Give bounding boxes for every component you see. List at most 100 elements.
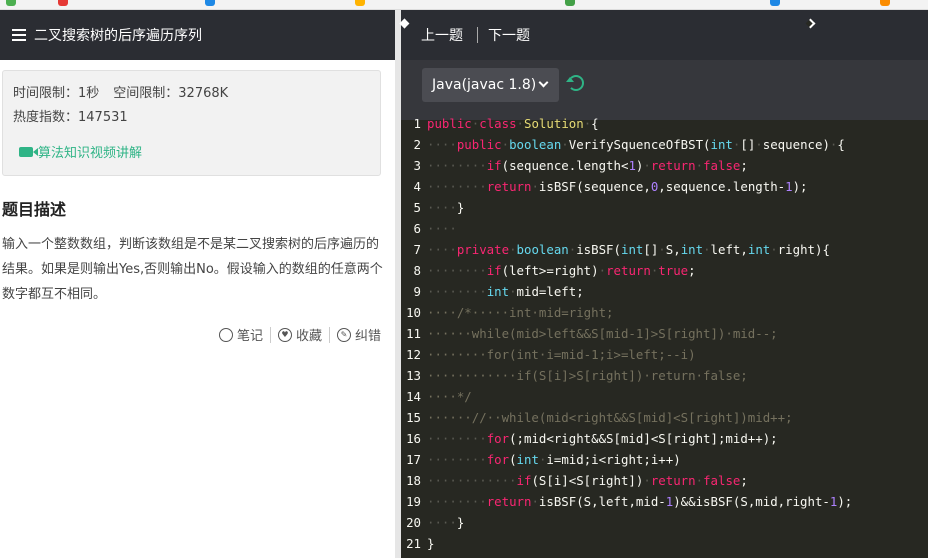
- code-line[interactable]: 5 ····}: [401, 197, 928, 218]
- report-error-button[interactable]: ✎ 纠错: [336, 325, 381, 344]
- action-divider: [328, 326, 330, 343]
- code-line[interactable]: 11 ······while(mid>left&&S[mid-1]>S[right…: [401, 323, 928, 344]
- line-number: 16: [406, 431, 421, 446]
- chevron-right-icon: [805, 18, 816, 29]
- line-number: 14: [406, 389, 421, 404]
- time-limit: 时间限制：1秒: [13, 86, 100, 101]
- code-line[interactable]: 19 ········return·isBSF(S,left,mid-1)&&is…: [401, 491, 928, 512]
- language-value: Java(javac 1.8): [432, 77, 537, 93]
- code-text: ····}: [427, 200, 465, 215]
- code-line[interactable]: 18 ············if(S[i]<S[right])·return·f…: [401, 470, 928, 491]
- note-label: 笔记: [236, 329, 263, 344]
- problem-actions: 笔记 ♥ 收藏 ✎ 纠错: [218, 325, 381, 344]
- code-line[interactable]: 3 ········if(sequence.length<1)·return·fa…: [401, 155, 928, 176]
- code-line[interactable]: 2 ····public·boolean·VerifySquenceOfBST(i…: [401, 134, 928, 155]
- code-text: ········for(;mid<right&&S[mid]<S[right];…: [427, 431, 778, 446]
- code-text: ······//··while(mid<right&&S[mid]<S[righ…: [427, 410, 793, 425]
- pencil-icon: ✎: [336, 327, 351, 342]
- code-text: ············if(S[i]<S[right])·return·fal…: [427, 473, 748, 488]
- code-line[interactable]: 13 ············if(S[i]>S[right])·return·f…: [401, 365, 928, 386]
- code-line[interactable]: 20 ····}: [401, 512, 928, 533]
- line-number: 13: [406, 368, 421, 383]
- code-text: ········return·isBSF(S,left,mid-1)&&isBS…: [427, 494, 853, 509]
- chevron-left-icon: [399, 18, 410, 29]
- code-text: ········for(int·i=mid;i<right;i++): [427, 452, 681, 467]
- code-text: ········int·mid=left;: [427, 284, 584, 299]
- report-label: 纠错: [354, 329, 381, 344]
- code-line[interactable]: 21}: [401, 533, 928, 554]
- code-line[interactable]: 6 ····: [401, 218, 928, 239]
- code-editor[interactable]: 1 public·class·Solution·{2 ····public·bool…: [401, 113, 928, 554]
- bookmark-chip-6[interactable]: [770, 0, 780, 6]
- line-number: 21: [406, 536, 421, 551]
- code-line[interactable]: 7 ····private·boolean·isBSF(int[]·S,int·l…: [401, 239, 928, 260]
- video-link-label: 算法知识视频讲解: [38, 146, 143, 161]
- line-number: 4: [413, 179, 421, 194]
- line-number: 15: [406, 410, 421, 425]
- prev-problem-button[interactable]: 上一题: [399, 18, 463, 45]
- bookmark-chip-1[interactable]: [6, 0, 16, 6]
- editor-header: 上一题 下一题: [399, 10, 928, 60]
- code-line[interactable]: 1 public·class·Solution·{: [401, 113, 928, 134]
- code-line[interactable]: 12 ········for(int·i=mid-1;i>=left;--i): [401, 344, 928, 365]
- line-number: 11: [406, 326, 421, 341]
- prev-label: 上一题: [421, 28, 463, 44]
- line-number: 5: [413, 200, 421, 215]
- action-divider: [269, 326, 271, 343]
- code-text: ············if(S[i]>S[right])·return·fal…: [427, 368, 748, 383]
- editor-panel: 上一题 下一题 Java(javac 1.8) 1 public·class·So…: [399, 10, 928, 558]
- code-text: ········if(left>=right)·return·true;: [427, 263, 696, 278]
- reset-code-icon[interactable]: [566, 75, 584, 91]
- code-line[interactable]: 9 ········int·mid=left;: [401, 281, 928, 302]
- nav-divider: [477, 27, 478, 43]
- video-explanation-link[interactable]: 算法知识视频讲解: [13, 142, 370, 161]
- language-select[interactable]: Java(javac 1.8): [422, 68, 559, 102]
- code-line[interactable]: 4 ········return·isBSF(sequence,0,sequenc…: [401, 176, 928, 197]
- problem-header: 二叉搜索树的后序遍历序列: [0, 10, 395, 60]
- next-problem-button[interactable]: 下一题: [488, 18, 816, 45]
- line-number: 20: [406, 515, 421, 530]
- code-text: ····*/: [427, 389, 472, 404]
- code-text: ····}: [427, 515, 465, 530]
- line-number: 1: [413, 116, 421, 131]
- limits-row: 时间限制：1秒 空间限制：32768K: [13, 84, 370, 108]
- line-number: 7: [413, 242, 421, 257]
- bookmark-chip-4[interactable]: [355, 0, 365, 6]
- browser-bookmark-strip: [0, 0, 928, 10]
- code-text: ······while(mid>left&&S[mid-1]>S[right])…: [427, 326, 778, 341]
- line-number: 19: [406, 494, 421, 509]
- code-line[interactable]: 15 ······//··while(mid<right&&S[mid]<S[ri…: [401, 407, 928, 428]
- description-title: 题目描述: [2, 200, 67, 219]
- line-number: 9: [413, 284, 421, 299]
- next-label: 下一题: [488, 28, 530, 44]
- line-number: 3: [413, 158, 421, 173]
- code-line[interactable]: 17 ········for(int·i=mid;i<right;i++): [401, 449, 928, 470]
- bookmark-chip-7[interactable]: [880, 0, 890, 6]
- space-limit: 空间限制：32768K: [113, 86, 229, 101]
- code-line[interactable]: 14 ····*/: [401, 386, 928, 407]
- heart-icon: ♥: [277, 327, 292, 342]
- hot-index: 热度指数：147531: [13, 110, 128, 125]
- code-text: ········if(sequence.length<1)·return·fal…: [427, 158, 748, 173]
- code-text: ········for(int·i=mid-1;i>=left;--i): [427, 347, 696, 362]
- editor-toolbar: Java(javac 1.8): [401, 60, 928, 120]
- bookmark-chip-3[interactable]: [205, 0, 215, 6]
- line-number: 10: [406, 305, 421, 320]
- code-line[interactable]: 10 ····/*·····int·mid=right;: [401, 302, 928, 323]
- line-number: 6: [413, 221, 421, 236]
- code-line[interactable]: 8 ········if(left>=right)·return·true;: [401, 260, 928, 281]
- line-number: 12: [406, 347, 421, 362]
- collect-label: 收藏: [295, 329, 322, 344]
- note-button[interactable]: 笔记: [218, 325, 263, 344]
- collect-button[interactable]: ♥ 收藏: [277, 325, 322, 344]
- code-text: ····: [427, 221, 457, 236]
- problem-title: 二叉搜索树的后序遍历序列: [34, 28, 202, 44]
- line-number: 18: [406, 473, 421, 488]
- list-icon[interactable]: [12, 29, 26, 41]
- code-line[interactable]: 16 ········for(;mid<right&&S[mid]<S[right…: [401, 428, 928, 449]
- description-text: 输入一个整数数组，判断该数组是不是某二叉搜索树的后序遍历的结果。如果是则输出Ye…: [2, 237, 383, 302]
- line-number: 8: [413, 263, 421, 278]
- bookmark-chip-5[interactable]: [565, 0, 575, 6]
- code-text: ····public·boolean·VerifySquenceOfBST(in…: [427, 137, 845, 152]
- bookmark-chip-2[interactable]: [58, 0, 68, 6]
